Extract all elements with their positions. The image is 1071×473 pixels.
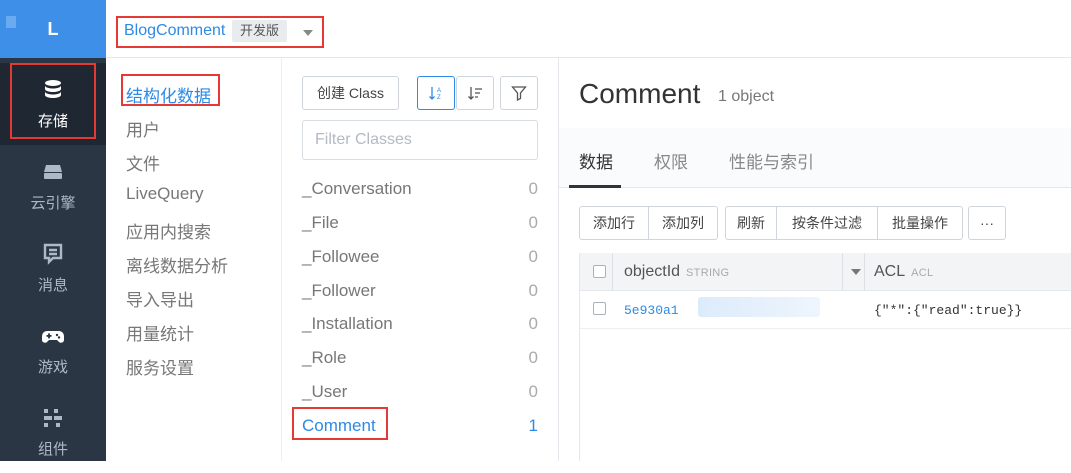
filter-icon (511, 86, 527, 101)
classes-panel: 创建 Class A Z _Conversation 0 _File 0 _Fo… (282, 58, 559, 461)
class-item-role[interactable]: _Role 0 (302, 342, 538, 372)
subnav-item-structured-data[interactable]: 结构化数据 (126, 82, 211, 107)
subnav-item-offline-analysis[interactable]: 离线数据分析 (126, 252, 228, 277)
sort-alpha-button[interactable]: A Z (417, 76, 455, 110)
filter-by-condition-button[interactable]: 按条件过滤 (776, 206, 878, 240)
app-logo[interactable]: L (0, 0, 106, 58)
class-count: 0 (528, 247, 538, 266)
class-count: 0 (528, 179, 538, 198)
object-id-cell[interactable]: 5e930a1 (624, 303, 679, 318)
class-name: _Installation (302, 314, 393, 333)
svg-text:Z: Z (437, 95, 441, 101)
class-title: Comment (579, 78, 701, 109)
class-item-file[interactable]: _File 0 (302, 207, 538, 237)
class-count: 0 (528, 281, 538, 300)
column-header-objectid[interactable]: objectId STRING (624, 263, 729, 281)
batch-actions-button[interactable]: 批量操作 (877, 206, 963, 240)
svg-text:A: A (437, 88, 441, 94)
column-name: objectId (624, 263, 681, 280)
tab-bar: 数据 权限 性能与索引 (559, 128, 1071, 188)
class-name: Comment (302, 416, 376, 435)
class-name: _Follower (302, 281, 376, 300)
env-badge: 开发版 (232, 20, 288, 42)
logo-letter: L (47, 18, 59, 39)
sidebar-item-label: 游戏 (37, 358, 68, 376)
cloud-engine-icon (44, 164, 62, 179)
sidebar-item-storage[interactable]: 存储 (0, 63, 106, 145)
sidebar-item-game[interactable]: 游戏 (0, 309, 106, 391)
class-name: _Conversation (302, 179, 412, 198)
subnav-item-import-export[interactable]: 导入导出 (126, 286, 194, 311)
refresh-button[interactable]: 刷新 (725, 206, 777, 240)
column-name: ACL (874, 263, 906, 280)
column-menu-icon[interactable] (851, 269, 861, 275)
sidebar-item-message[interactable]: 消息 (0, 227, 106, 309)
add-row-button[interactable]: 添加行 (579, 206, 649, 240)
class-item-followee[interactable]: _Followee 0 (302, 241, 538, 271)
app-name-link[interactable]: BlogComment (124, 22, 225, 40)
column-type: STRING (686, 267, 730, 279)
class-count: 0 (528, 382, 538, 401)
column-type: ACL (911, 267, 934, 279)
class-item-comment[interactable]: Comment 1 (302, 410, 538, 440)
sort-lines-icon (468, 87, 482, 100)
subnav-item-users[interactable]: 用户 (126, 116, 160, 141)
subnav-item-usage-stats[interactable]: 用量统计 (126, 320, 194, 345)
class-item-user[interactable]: _User 0 (302, 376, 538, 406)
class-item-installation[interactable]: _Installation 0 (302, 308, 538, 338)
subnav-item-livequery[interactable]: LiveQuery (126, 184, 203, 204)
subnav-item-service-settings[interactable]: 服务设置 (126, 354, 194, 379)
column-divider (864, 253, 865, 291)
class-name: _User (302, 382, 348, 401)
object-count: 1 object (718, 88, 775, 105)
message-icon (43, 243, 63, 265)
redacted-region (698, 297, 820, 317)
storage-subnav: 结构化数据 用户 文件 LiveQuery 应用内搜索 离线数据分析 导入导出 … (106, 58, 282, 461)
filter-button[interactable] (500, 76, 538, 110)
sidebar-item-label: 组件 (37, 440, 68, 458)
app-sidebar: L 存储 云引擎 消息 游戏 组件 (0, 0, 106, 461)
class-count: 0 (528, 348, 538, 367)
more-button[interactable]: ··· (968, 206, 1006, 240)
acl-cell[interactable]: {"*":{"read":true}} (874, 303, 1022, 318)
create-class-button[interactable]: 创建 Class (302, 76, 399, 110)
sidebar-item-cloud-engine[interactable]: 云引擎 (0, 145, 106, 227)
active-tab-indicator (569, 185, 621, 188)
class-name: _File (302, 213, 339, 232)
gamepad-icon (42, 330, 64, 343)
class-item-conversation[interactable]: _Conversation 0 (302, 173, 538, 203)
column-divider (612, 253, 613, 291)
select-all-checkbox[interactable] (593, 265, 606, 278)
sort-order-button[interactable] (456, 76, 494, 110)
sidebar-item-label: 消息 (37, 276, 68, 294)
class-name: _Role (302, 348, 347, 367)
row-checkbox[interactable] (593, 302, 606, 315)
class-name: _Followee (302, 247, 380, 266)
tab-performance-indexes[interactable]: 性能与索引 (729, 148, 814, 173)
subnav-item-files[interactable]: 文件 (126, 150, 160, 175)
class-count: 0 (528, 213, 538, 232)
sort-alpha-icon: A Z (429, 87, 441, 101)
subnav-item-search[interactable]: 应用内搜索 (126, 218, 211, 243)
add-column-button[interactable]: 添加列 (648, 206, 718, 240)
class-count: 1 (528, 416, 538, 435)
data-table: objectId STRING ACL ACL 5e930a1 {"*":{"rea… (579, 253, 1071, 461)
database-icon (45, 79, 61, 98)
logo-corner-decoration (6, 16, 16, 28)
class-item-follower[interactable]: _Follower 0 (302, 275, 538, 305)
chevron-down-icon[interactable] (303, 30, 313, 36)
column-divider (842, 253, 843, 291)
tab-permissions[interactable]: 权限 (654, 148, 688, 173)
tab-data[interactable]: 数据 (579, 148, 613, 173)
class-count: 0 (528, 314, 538, 333)
main-content: Comment 1 object 数据 权限 性能与索引 添加行 添加列 刷新 … (559, 58, 1071, 461)
filter-classes-input[interactable] (302, 120, 538, 160)
table-row[interactable]: 5e930a1 {"*":{"read":true}} (580, 291, 1071, 329)
top-bar: BlogComment 开发版 (106, 0, 1071, 58)
column-header-acl[interactable]: ACL ACL (874, 263, 933, 281)
table-header: objectId STRING ACL ACL (580, 253, 1071, 291)
components-icon (44, 408, 62, 427)
sidebar-item-label: 云引擎 (30, 194, 76, 212)
sidebar-item-label: 存储 (37, 112, 68, 130)
